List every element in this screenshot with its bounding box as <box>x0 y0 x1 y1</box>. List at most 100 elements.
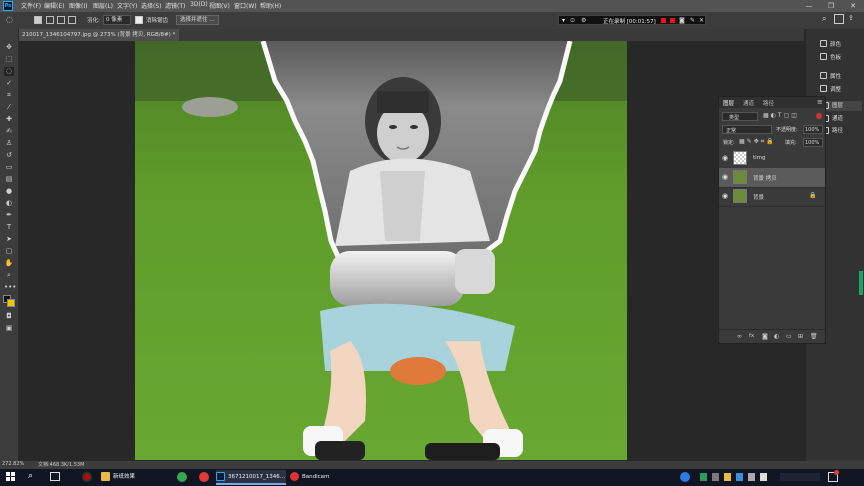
taskbar-item-photoshop[interactable]: 3671210017_1346... <box>216 470 286 485</box>
panel-menu-icon[interactable]: ≡ <box>817 98 823 106</box>
menu-3d[interactable]: 3D(D) <box>190 1 208 8</box>
visibility-eye-icon[interactable]: ◉ <box>722 192 728 200</box>
wechat-icon[interactable] <box>177 472 187 482</box>
new-layer-icon[interactable]: ⊞ <box>798 333 803 340</box>
document-canvas[interactable] <box>135 41 627 460</box>
camera-icon[interactable]: ◙ <box>679 17 685 24</box>
document-tab[interactable]: 210017_1346104797.jpg @ 273% (背景 拷贝, RGB… <box>18 29 180 41</box>
quick-mask-icon[interactable]: ◘ <box>4 312 14 321</box>
properties-icon[interactable] <box>820 72 827 79</box>
stamp-tool-icon[interactable]: ♙ <box>4 139 14 148</box>
tab-channels[interactable]: 通道 <box>743 99 754 107</box>
screen-mode-icon[interactable]: ▣ <box>4 324 14 333</box>
menu-file[interactable]: 文件(F) <box>21 1 41 10</box>
panel-adjustments[interactable]: 调整 <box>830 85 841 93</box>
taskbar-item-folder[interactable]: 新纸效果 <box>101 470 173 485</box>
lasso-icon[interactable]: ◌ <box>6 15 13 24</box>
layer-row[interactable]: ◉ timg <box>719 149 825 169</box>
hand-tool-icon[interactable]: ✋ <box>4 259 14 268</box>
add-selection-icon[interactable] <box>46 16 54 24</box>
gradient-tool-icon[interactable]: ▤ <box>4 175 14 184</box>
help-tray-icon[interactable] <box>680 472 690 482</box>
volume-icon[interactable] <box>760 473 767 481</box>
layer-row[interactable]: ◉ 背景 🔒 <box>719 187 825 207</box>
taskbar-item-bandicam[interactable]: Bandicam <box>290 470 350 485</box>
eyedropper-tool-icon[interactable]: ⁄ <box>4 103 14 112</box>
fill-input[interactable]: 100% <box>803 138 823 147</box>
scroll-indicator[interactable] <box>859 271 863 295</box>
filter-toggle-icon[interactable] <box>816 113 822 119</box>
adjustment-icon[interactable]: ◐ <box>774 333 779 340</box>
visibility-eye-icon[interactable]: ◉ <box>722 154 728 162</box>
move-tool-icon[interactable]: ✥ <box>4 43 14 52</box>
maximize-button[interactable]: ❐ <box>820 0 842 12</box>
menu-select[interactable]: 选择(S) <box>141 1 162 10</box>
group-icon[interactable]: ▭ <box>786 333 792 340</box>
search-icon[interactable]: ⌕ <box>28 471 33 481</box>
intersect-selection-icon[interactable] <box>68 16 76 24</box>
color-wheel-icon[interactable] <box>820 40 827 47</box>
app-icon[interactable] <box>199 472 209 482</box>
panel-color[interactable]: 颜色 <box>830 40 841 48</box>
document-info[interactable]: 文档:468.3K/1.53M <box>38 461 84 468</box>
marquee-tool-icon[interactable]: ⬚ <box>4 55 14 64</box>
tray-app-icon[interactable] <box>712 473 719 481</box>
menu-layer[interactable]: 图层(L) <box>93 1 113 10</box>
menu-window[interactable]: 窗口(W) <box>234 1 257 10</box>
antialias-checkbox[interactable] <box>135 16 143 24</box>
subtract-selection-icon[interactable] <box>57 16 65 24</box>
clock-area[interactable] <box>780 473 820 481</box>
select-and-mask-button[interactable]: 选择并遮住 ... <box>176 15 219 25</box>
menu-image[interactable]: 图像(I) <box>69 1 87 10</box>
close-button[interactable]: ✕ <box>842 0 864 12</box>
windows-start-icon[interactable] <box>6 472 16 482</box>
feather-input[interactable]: 0 像素 <box>103 15 131 25</box>
settings-icon[interactable]: ⚙ <box>581 17 586 24</box>
trash-icon[interactable]: 🗑 <box>810 333 818 340</box>
link-icon[interactable]: ∞ <box>737 333 742 340</box>
zoom-level[interactable]: 272.82% <box>2 461 24 467</box>
lasso-tool-icon[interactable]: ◌ <box>4 67 14 76</box>
share-icon[interactable]: ⇪ <box>848 14 854 22</box>
lock-icons[interactable]: ▦✎✥⌗🔒 <box>739 138 776 146</box>
visibility-eye-icon[interactable]: ◉ <box>722 173 728 181</box>
tray-app-icon[interactable] <box>736 473 743 481</box>
layer-row[interactable]: ◉ 背景 拷贝 <box>719 168 825 188</box>
opacity-input[interactable]: 100% <box>803 125 823 134</box>
menu-filter[interactable]: 滤镜(T) <box>165 1 185 10</box>
kind-filter-select[interactable]: 类型 <box>722 112 758 121</box>
minimize-button[interactable]: — <box>798 0 820 12</box>
pin-icon[interactable]: ⊙ <box>570 17 575 24</box>
tray-app-icon[interactable] <box>724 473 731 481</box>
bandicam-tray-icon[interactable] <box>82 472 92 482</box>
menu-view[interactable]: 视图(V) <box>209 1 230 10</box>
task-view-icon[interactable] <box>50 472 60 481</box>
eraser-tool-icon[interactable]: ▭ <box>4 163 14 172</box>
tab-paths[interactable]: 路径 <box>763 99 774 107</box>
adjustments-icon[interactable] <box>820 85 827 92</box>
background-color-swatch[interactable] <box>7 299 15 307</box>
new-selection-icon[interactable] <box>34 16 42 24</box>
panel-swatches[interactable]: 色板 <box>830 53 841 61</box>
zoom-tool-icon[interactable]: ⌕ <box>4 271 14 280</box>
quick-select-tool-icon[interactable]: ✓ <box>4 79 14 88</box>
dropdown-icon[interactable]: ▾ <box>562 17 565 24</box>
pencil-icon[interactable]: ✎ <box>690 17 695 24</box>
dodge-tool-icon[interactable]: ◐ <box>4 199 14 208</box>
panel-properties[interactable]: 属性 <box>830 72 841 80</box>
pause-icon[interactable] <box>670 18 675 23</box>
crop-tool-icon[interactable]: ⌗ <box>4 91 14 100</box>
search-icon[interactable]: ⌕ <box>822 14 826 24</box>
more-tools-icon[interactable]: ••• <box>4 283 16 292</box>
workspace-icon[interactable] <box>834 14 844 24</box>
mask-icon[interactable]: ◙ <box>762 333 768 340</box>
menu-edit[interactable]: 编辑(E) <box>44 1 64 10</box>
path-select-tool-icon[interactable]: ➤ <box>4 235 14 244</box>
healing-tool-icon[interactable]: ✚ <box>4 115 14 124</box>
layer-filter-icons[interactable]: ▦◐T▢◫ <box>763 112 799 119</box>
blend-mode-select[interactable]: 正常 <box>722 125 772 134</box>
shape-tool-icon[interactable]: ▢ <box>4 247 14 256</box>
swatches-icon[interactable] <box>820 53 827 60</box>
record-icon[interactable] <box>661 18 666 23</box>
fx-icon[interactable]: fx <box>749 333 754 339</box>
